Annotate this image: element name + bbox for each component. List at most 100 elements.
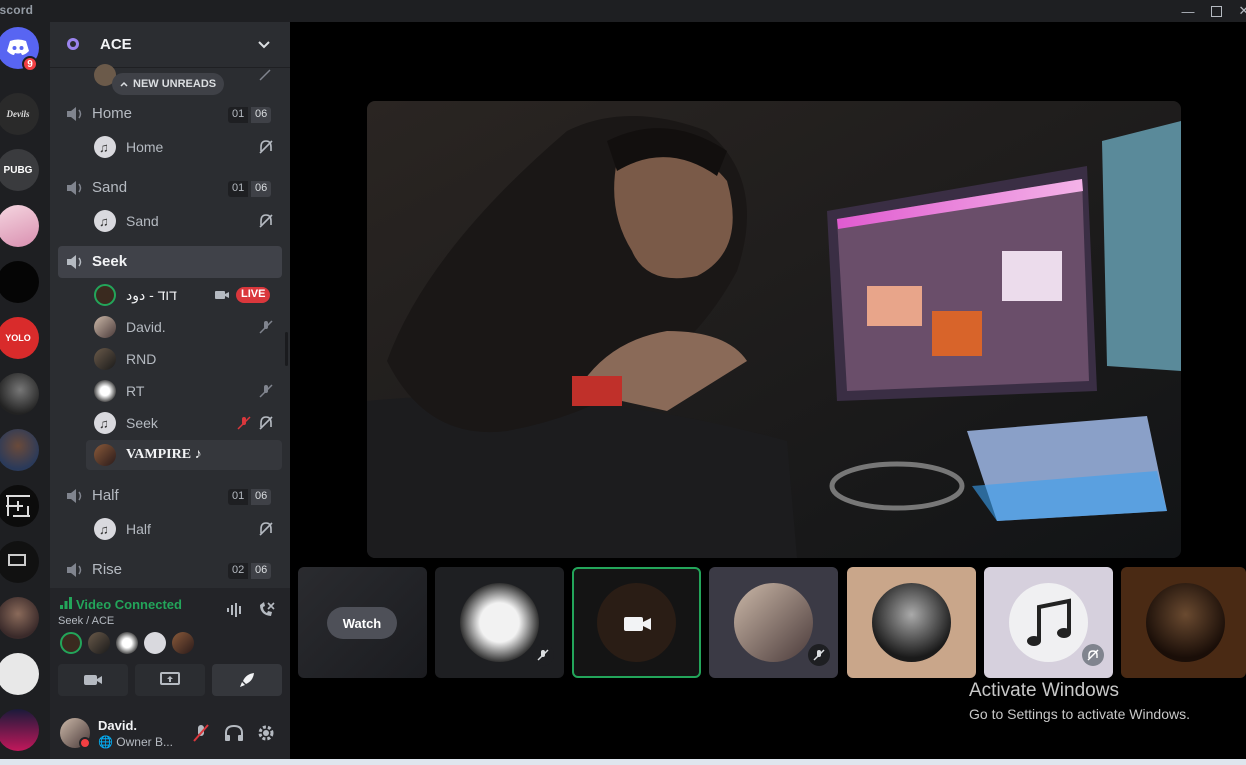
camera-button[interactable]: [58, 664, 128, 696]
voice-location[interactable]: Seek / ACE: [58, 615, 114, 627]
voice-user-self[interactable]: VAMPIRE ♪: [86, 440, 282, 470]
avatar[interactable]: [88, 632, 110, 654]
speaker-icon: [67, 563, 82, 577]
guild-boost-icon: [67, 38, 79, 50]
live-badge: LIVE: [236, 287, 271, 303]
avatar: ♫: [94, 210, 116, 232]
deafened-icon: [259, 214, 273, 228]
participant-tile[interactable]: [435, 567, 564, 678]
user-name: RND: [126, 351, 157, 367]
server-maze[interactable]: [0, 485, 39, 527]
speaker-icon: [67, 255, 82, 269]
watch-stream-button[interactable]: Watch: [327, 607, 397, 639]
svg-text:♫: ♫: [99, 522, 109, 537]
avatar: ♫: [94, 412, 116, 434]
maximize-icon[interactable]: [1202, 0, 1230, 22]
server-devils[interactable]: Devils: [0, 93, 39, 135]
activity-button[interactable]: [212, 664, 282, 696]
server-hooded[interactable]: [0, 373, 39, 415]
my-username[interactable]: David.: [98, 718, 137, 733]
voice-user[interactable]: ♫ Half: [86, 514, 282, 544]
channel-name: Seek: [92, 253, 128, 270]
user-count: 01: [228, 489, 249, 505]
avatar[interactable]: [172, 632, 194, 654]
participant-tile[interactable]: [1121, 567, 1246, 678]
voice-user[interactable]: ♫ Home: [86, 132, 282, 162]
voice-user[interactable]: RND: [86, 344, 282, 374]
my-status[interactable]: 🌐 Owner B...: [98, 735, 173, 749]
connection-signal-icon: [60, 597, 72, 609]
user-name: Home: [126, 139, 164, 155]
minimize-icon[interactable]: —: [1174, 0, 1202, 22]
avatar[interactable]: [116, 632, 138, 654]
voice-user[interactable]: David.: [86, 312, 282, 342]
video-camera-icon: [84, 675, 102, 685]
avatar: ♫: [94, 136, 116, 158]
voice-user[interactable]: RT: [86, 376, 282, 406]
avatar[interactable]: [60, 632, 82, 654]
avatar[interactable]: [144, 632, 166, 654]
participant-tile[interactable]: [984, 567, 1113, 678]
user-limit: 06: [251, 181, 272, 197]
voice-channel-seek[interactable]: Seek: [58, 246, 282, 278]
close-icon[interactable]: ✕: [1230, 0, 1246, 22]
stream-preview-tile[interactable]: Watch: [298, 567, 427, 678]
deafened-icon: [1082, 644, 1104, 666]
status-text: Owner B...: [116, 735, 173, 749]
noise-suppression-icon[interactable]: [226, 602, 244, 618]
chevron-down-icon[interactable]: [258, 39, 270, 51]
guild-header[interactable]: ACE: [50, 22, 290, 68]
server-group[interactable]: [0, 597, 39, 639]
headphones-icon[interactable]: [224, 724, 244, 742]
user-count: 02: [228, 563, 249, 579]
voice-user[interactable]: ♫ Sand: [86, 206, 282, 236]
voice-channel-sand[interactable]: Sand 01 06: [58, 172, 282, 204]
disconnect-icon[interactable]: [257, 601, 275, 619]
server-portrait[interactable]: [0, 429, 39, 471]
server-yolo[interactable]: YOLO: [0, 317, 39, 359]
channel-name: Half: [92, 487, 119, 504]
mic-muted-icon[interactable]: [192, 723, 210, 743]
chevron-up-icon: [120, 81, 128, 87]
new-unreads-button[interactable]: NEW UNREADS: [112, 73, 225, 95]
speaker-icon: [67, 181, 82, 195]
avatar: [94, 380, 116, 402]
user-name: Sand: [126, 213, 159, 229]
channel-name: Sand: [92, 179, 128, 196]
participant-tile[interactable]: [709, 567, 838, 678]
server-sunset[interactable]: [0, 709, 39, 751]
voice-user[interactable]: ♫ Seek: [86, 408, 282, 438]
dnd-status-icon: [79, 737, 91, 749]
focused-video-stream[interactable]: [367, 101, 1181, 558]
gear-icon[interactable]: [256, 723, 276, 743]
server-dark[interactable]: [0, 261, 39, 303]
voice-user-streaming[interactable]: דוד - دود LIVE: [86, 280, 282, 310]
music-note-icon: [1027, 598, 1071, 646]
user-name: Half: [126, 521, 151, 537]
voice-channel-half[interactable]: Half 01 06: [58, 480, 282, 512]
screen-share-icon: [160, 672, 180, 685]
user-limit: 06: [251, 107, 272, 123]
guild-name: ACE: [100, 36, 132, 53]
voice-status[interactable]: Video Connected: [76, 597, 182, 612]
mic-muted-icon: [259, 320, 273, 334]
svg-text:♫: ♫: [99, 140, 109, 155]
user-name: Seek: [126, 415, 158, 431]
server-label: Devils: [6, 109, 30, 119]
avatar: [460, 583, 539, 662]
participant-tile[interactable]: [847, 567, 976, 678]
server-sketch[interactable]: [0, 653, 39, 695]
speaker-icon: [67, 107, 82, 121]
server-anime[interactable]: [0, 205, 39, 247]
avatar: [94, 316, 116, 338]
participant-tile-speaking[interactable]: [572, 567, 701, 678]
voice-channel-home[interactable]: Home 01 06: [58, 98, 282, 130]
server-list: 9 Devils PUBG YOLO: [0, 22, 50, 765]
scrollbar-thumb[interactable]: [285, 332, 288, 366]
server-screen[interactable]: [0, 541, 39, 583]
screen-share-button[interactable]: [135, 664, 205, 696]
voice-channel-rise[interactable]: Rise 02 06: [58, 554, 282, 586]
server-pubg[interactable]: PUBG: [0, 149, 39, 191]
server-label: PUBG: [3, 164, 33, 176]
user-name: David.: [126, 319, 166, 335]
